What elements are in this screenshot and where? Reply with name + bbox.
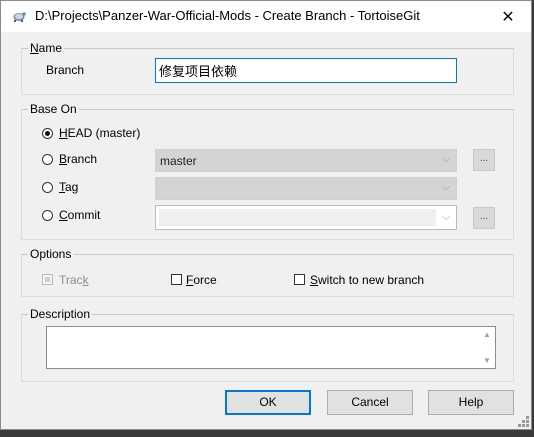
track-label: Track: [59, 273, 89, 287]
description-textarea[interactable]: ▲ ▼: [46, 326, 496, 369]
head-radio-label: HEAD (master): [59, 126, 141, 140]
track-checkbox[interactable]: [42, 274, 53, 285]
options-group-label: Options: [28, 247, 74, 261]
create-branch-dialog: D:\Projects\Panzer-War-Official-Mods - C…: [0, 0, 532, 430]
grip-dot: [522, 420, 525, 423]
window-title: D:\Projects\Panzer-War-Official-Mods - C…: [35, 8, 420, 23]
commit-browse-button[interactable]: ...: [473, 207, 495, 229]
options-group: Options: [21, 247, 514, 297]
title-bar: D:\Projects\Panzer-War-Official-Mods - C…: [1, 1, 531, 32]
branch-name-label: Branch: [46, 63, 85, 77]
description-group-label: Description: [28, 307, 93, 321]
commit-combo[interactable]: ⌵: [155, 205, 457, 230]
tag-combo[interactable]: ⌵: [155, 177, 457, 200]
grip-dot: [522, 424, 525, 427]
chevron-down-icon: ⌵: [442, 212, 450, 223]
ok-button[interactable]: OK: [225, 390, 311, 415]
grip-dot: [526, 420, 529, 423]
commit-radio-label: Commit: [59, 208, 101, 222]
branch-combo-value: master: [160, 154, 197, 168]
base-on-group-label: Base On: [28, 102, 79, 116]
grip-dot: [526, 424, 529, 427]
grip-dot: [526, 416, 529, 419]
switch-to-new-branch-label: Switch to new branch: [310, 273, 425, 287]
tortoisegit-icon: [13, 12, 26, 22]
branch-combo[interactable]: master ⌵: [155, 149, 457, 172]
commit-combo-field[interactable]: [159, 209, 436, 226]
head-radio[interactable]: [42, 128, 53, 139]
name-group-label: Name: [28, 41, 65, 55]
branch-browse-button[interactable]: ...: [473, 149, 495, 171]
grip-dot: [518, 424, 521, 427]
tag-radio[interactable]: [42, 182, 53, 193]
switch-to-new-branch-checkbox[interactable]: [294, 274, 305, 285]
tag-radio-label: Tag: [59, 180, 79, 194]
chevron-down-icon: ⌵: [442, 182, 450, 193]
force-checkbox[interactable]: [171, 274, 182, 285]
cancel-button[interactable]: Cancel: [327, 390, 413, 415]
scroll-down-icon[interactable]: ▼: [482, 356, 492, 365]
scroll-up-icon[interactable]: ▲: [482, 330, 492, 339]
branch-radio[interactable]: [42, 154, 53, 165]
resize-grip[interactable]: [517, 415, 529, 427]
close-button[interactable]: ✕: [485, 1, 531, 32]
commit-radio[interactable]: [42, 210, 53, 221]
close-icon: ✕: [501, 8, 515, 26]
force-label: Force: [186, 273, 217, 287]
branch-name-input[interactable]: [155, 58, 457, 83]
branch-radio-label: Branch: [59, 152, 98, 166]
help-button[interactable]: Help: [428, 390, 514, 415]
chevron-down-icon: ⌵: [442, 154, 450, 165]
